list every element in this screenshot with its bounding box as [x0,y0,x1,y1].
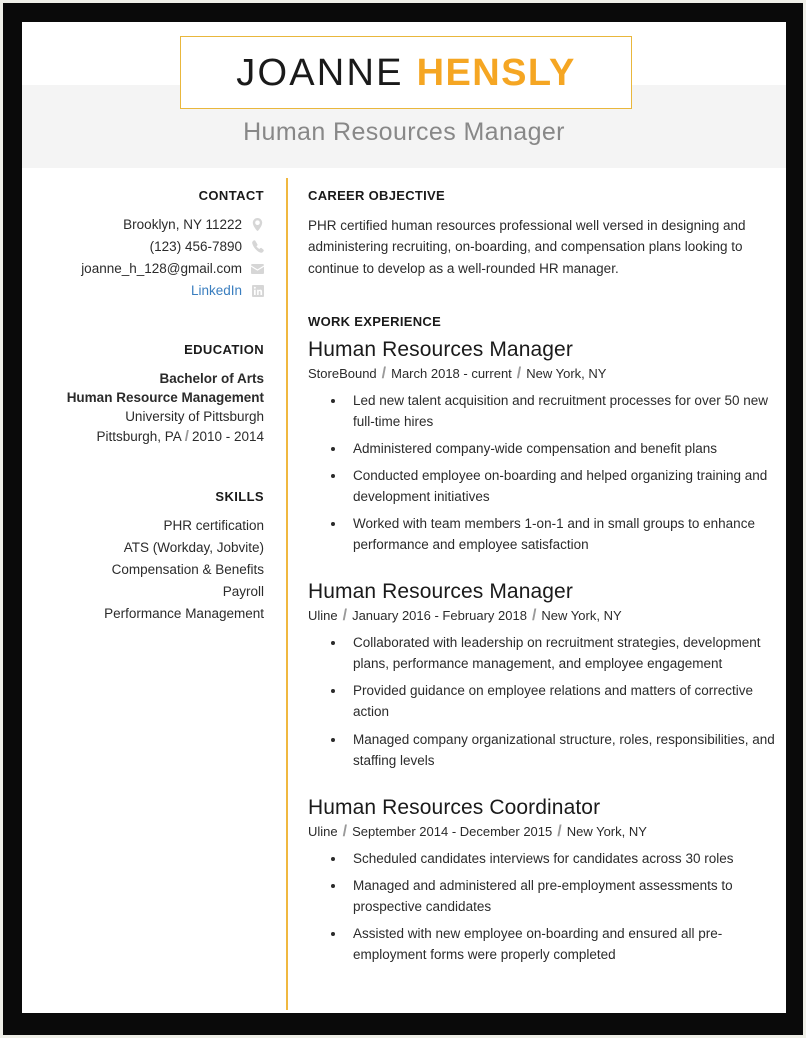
job-bullet: Led new talent acquisition and recruitme… [346,390,782,432]
contact-email-text: joanne_h_128@gmail.com [81,261,242,276]
contact-section: CONTACT Brooklyn, NY 11222 (123) 456-789… [22,188,264,298]
job-company: StoreBound [308,365,377,381]
job-subtitle: Human Resources Manager [243,118,565,146]
job-meta: Uline / September 2014 - December 2015/New… [308,823,782,841]
map-pin-icon [251,218,264,231]
job-entry: Human Resources Manager Uline / January 20… [308,580,782,770]
job-bullet: Collaborated with leadership on recruitm… [346,632,782,674]
education-section: EDUCATION Bachelor of Arts Human Resourc… [22,342,264,445]
education-heading: EDUCATION [184,342,264,357]
education-separator: / [184,428,189,445]
job-dates: January 2016 - February 2018 [352,608,527,624]
job-meta: Uline / January 2016 - February 2018/New Y… [308,607,782,625]
job-location: New York, NY [566,823,647,839]
job-location: New York, NY [541,608,622,624]
linkedin-icon[interactable] [251,284,264,297]
job-location: New York, NY [526,365,607,381]
last-name: HENSLY [416,51,576,94]
job-entry: Human Resources Manager StoreBound / March… [308,338,782,555]
skills-heading: SKILLS [215,489,264,504]
contact-item-linkedin[interactable]: LinkedIn [22,283,264,298]
meta-separator: / [342,607,348,625]
page-black-border: JOANNE HENSLY Human Resources Manager CO… [3,3,803,1035]
resume-body: CONTACT Brooklyn, NY 11222 (123) 456-789… [22,172,786,1010]
envelope-icon [251,262,264,275]
job-bullets: Collaborated with leadership on recruitm… [308,632,782,770]
sidebar: CONTACT Brooklyn, NY 11222 (123) 456-789… [22,188,286,971]
skill-item: ATS (Workday, Jobvite) [123,540,264,555]
contact-linkedin-link[interactable]: LinkedIn [191,283,242,298]
work-experience-section: WORK EXPERIENCE Human Resources Manager … [308,314,782,965]
contact-phone-text: (123) 456-7890 [149,239,242,254]
skill-item: Performance Management [104,606,264,621]
job-bullet: Provided guidance on employee relations … [346,680,782,722]
job-title: Human Resources Manager [308,580,573,604]
job-entry: Human Resources Coordinator Uline / Septem… [308,796,782,965]
skills-section: SKILLS PHR certification ATS (Workday, J… [22,489,264,621]
resume-header: JOANNE HENSLY Human Resources Manager [22,22,786,172]
job-dates: March 2018 - current [391,365,512,381]
job-bullet: Managed company organizational structure… [346,729,782,771]
contact-item-location: Brooklyn, NY 11222 [22,217,264,232]
meta-separator: / [342,822,348,840]
job-bullet: Managed and administered all pre-employm… [346,875,782,917]
job-bullets: Led new talent acquisition and recruitme… [308,390,782,555]
job-bullet: Assisted with new employee on-boarding a… [346,923,782,965]
first-name: JOANNE [236,51,404,94]
job-bullet: Conducted employee on-boarding and helpe… [346,465,782,507]
education-degree: Bachelor of Arts [159,371,264,386]
job-company: Uline [308,823,338,839]
meta-separator: / [557,822,562,840]
meta-separator: / [516,364,522,382]
name-box: JOANNE HENSLY [180,36,632,109]
phone-icon [251,240,264,253]
job-company: Uline [308,608,338,624]
resume-page: JOANNE HENSLY Human Resources Manager CO… [22,22,786,1013]
objective-section: CAREER OBJECTIVE PHR certified human res… [308,188,782,279]
contact-list: Brooklyn, NY 11222 (123) 456-7890 joanne… [22,217,264,298]
contact-item-email: joanne_h_128@gmail.com [22,261,264,276]
job-dates: September 2014 - December 2015 [352,823,553,839]
contact-heading: CONTACT [198,188,264,203]
job-meta: StoreBound / March 2018 - current / New York… [308,365,782,383]
column-divider [286,178,288,1010]
meta-separator: / [381,364,387,382]
meta-separator: / [531,607,537,625]
page-frame: JOANNE HENSLY Human Resources Manager CO… [0,0,806,1038]
job-bullet: Scheduled candidates interviews for cand… [346,848,782,869]
job-title: Human Resources Coordinator [308,795,601,819]
work-heading: WORK EXPERIENCE [308,313,442,329]
objective-heading: CAREER OBJECTIVE [308,188,445,203]
education-location: Pittsburgh, PA [96,429,182,444]
education-school: University of Pittsburgh [125,409,264,424]
objective-text: PHR certified human resources profession… [308,218,746,276]
skill-item: Compensation & Benefits [111,562,264,577]
education-location-years: Pittsburgh, PA/2010 - 2014 [22,428,264,445]
job-bullets: Scheduled candidates interviews for cand… [308,848,782,965]
education-field: Human Resource Management [66,390,264,405]
education-years: 2010 - 2014 [191,429,264,444]
job-bullet: Worked with team members 1-on-1 and in s… [346,513,782,555]
main-column: CAREER OBJECTIVE PHR certified human res… [286,188,786,971]
job-bullet: Administered company-wide compensation a… [346,438,782,459]
contact-location-text: Brooklyn, NY 11222 [123,217,242,232]
contact-item-phone: (123) 456-7890 [22,239,264,254]
skill-item: Payroll [222,584,264,599]
skill-item: PHR certification [163,518,264,533]
job-title: Human Resources Manager [308,337,573,361]
